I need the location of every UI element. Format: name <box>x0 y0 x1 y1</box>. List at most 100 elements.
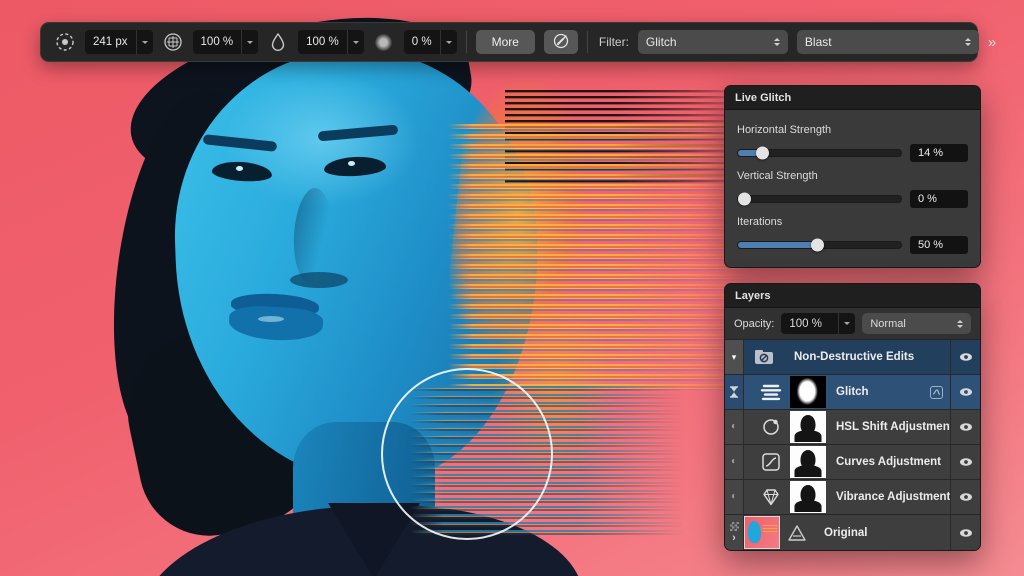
glitch-mask-thumbnail[interactable] <box>790 376 826 408</box>
slider-knob[interactable] <box>811 239 824 252</box>
iterations-label: Iterations <box>737 216 968 228</box>
portrait-lips-highlight <box>258 316 284 322</box>
hardness-icon <box>162 31 184 53</box>
hardness-field[interactable]: 100 % <box>193 30 259 54</box>
portrait-eye-glint <box>236 166 243 171</box>
eye-icon <box>959 422 973 432</box>
vertical-strength-slider[interactable] <box>737 195 902 203</box>
filter-type-select[interactable]: Blast <box>797 30 979 54</box>
horizontal-strength-value[interactable]: 14 % <box>910 144 968 162</box>
collapse-chevron-icon[interactable]: › <box>732 533 736 544</box>
vibrance-mask-thumbnail[interactable] <box>790 481 826 513</box>
blend-mode-select[interactable]: Normal <box>862 313 971 334</box>
layers-panel: Layers Opacity: 100 % Normal ▾ Non-Destr… <box>724 283 981 551</box>
clip-indicator-icon: ◐ <box>731 492 737 502</box>
select-updown-icon <box>965 35 971 49</box>
layer-row-vibrance[interactable]: ◐ Vibrance Adjustment <box>725 480 980 515</box>
eye-icon <box>959 528 973 538</box>
horizontal-strength-label: Horizontal Strength <box>737 124 968 136</box>
iterations-value[interactable]: 50 % <box>910 236 968 254</box>
eye-icon <box>959 457 973 467</box>
app-window: 241 px 100 % 100 % 0 % More F <box>0 0 1024 576</box>
select-updown-icon <box>957 317 963 331</box>
visibility-toggle[interactable] <box>950 480 980 514</box>
softness-field[interactable]: 0 % <box>404 30 457 54</box>
chevron-down-icon[interactable] <box>347 30 364 54</box>
visibility-toggle[interactable] <box>950 445 980 479</box>
eye-icon <box>959 352 973 362</box>
layer-row-hsl-shift[interactable]: ◐ HSL Shift Adjustment <box>725 410 980 445</box>
layer-label[interactable]: Vibrance Adjustment <box>826 480 950 514</box>
filter-category-select[interactable]: Glitch <box>638 30 788 54</box>
chevron-down-icon[interactable] <box>838 313 855 334</box>
visibility-toggle[interactable] <box>950 410 980 444</box>
portrait-nose <box>290 272 348 288</box>
portrait-eye-glint <box>348 161 355 166</box>
toolbar-separator <box>587 31 588 53</box>
glitch-lines-icon <box>744 375 790 409</box>
slider-knob[interactable] <box>756 147 769 160</box>
clip-indicator-icon: ◐ <box>731 422 737 432</box>
brush-cursor-circle <box>381 368 553 540</box>
image-triangle-icon <box>780 515 814 550</box>
eye-icon <box>959 492 973 502</box>
chevron-down-icon[interactable] <box>136 30 153 54</box>
glitch-streaks-orange <box>448 124 750 390</box>
flow-field[interactable]: 100 % <box>298 30 364 54</box>
slider-knob[interactable] <box>738 193 751 206</box>
more-button[interactable]: More <box>476 30 535 54</box>
hardness-value[interactable]: 100 % <box>193 36 242 48</box>
hsl-wheel-icon <box>744 410 790 444</box>
flow-droplet-icon <box>267 31 289 53</box>
layer-label[interactable]: HSL Shift Adjustment <box>826 410 950 444</box>
layers-controls: Opacity: 100 % Normal <box>725 308 980 340</box>
checkerboard-icon <box>730 522 739 531</box>
layers-panel-title[interactable]: Layers <box>725 284 980 308</box>
chevron-down-icon[interactable] <box>440 30 457 54</box>
wet-edges-icon <box>551 31 571 54</box>
chevron-down-icon[interactable] <box>241 30 258 54</box>
layer-label[interactable]: Curves Adjustment <box>826 445 950 479</box>
brush-width-value[interactable]: 241 px <box>85 36 136 48</box>
layer-row-original[interactable]: › Original <box>725 515 980 550</box>
clip-indicator-icon: ◐ <box>731 457 737 467</box>
brush-context-toolbar: 241 px 100 % 100 % 0 % More F <box>40 22 978 62</box>
layer-label[interactable]: Glitch <box>836 386 869 398</box>
live-glitch-panel: Live Glitch Horizontal Strength 14 % Ver… <box>724 85 981 268</box>
hsl-mask-thumbnail[interactable] <box>790 411 826 443</box>
layer-row-glitch[interactable]: Glitch <box>725 375 980 410</box>
vertical-strength-label: Vertical Strength <box>737 170 968 182</box>
wet-edges-button[interactable] <box>544 30 578 54</box>
softness-value[interactable]: 0 % <box>404 36 440 48</box>
filter-label: Filter: <box>599 35 629 49</box>
select-updown-icon <box>774 35 780 49</box>
layer-row-curves[interactable]: ◐ Curves Adjustment <box>725 445 980 480</box>
live-glitch-panel-title[interactable]: Live Glitch <box>725 86 980 110</box>
layer-opacity-value[interactable]: 100 % <box>781 318 838 330</box>
live-filter-badge-icon <box>930 386 943 399</box>
toolbar-overflow-button[interactable]: » <box>988 34 995 51</box>
group-folder-icon <box>744 340 784 374</box>
layer-label[interactable]: Non-Destructive Edits <box>784 340 950 374</box>
brush-width-field[interactable]: 241 px <box>85 30 153 54</box>
horizontal-strength-slider[interactable] <box>737 149 902 157</box>
softness-icon <box>373 31 395 53</box>
live-filter-hourglass-icon <box>725 375 744 409</box>
vibrance-gem-icon <box>744 480 790 514</box>
visibility-toggle[interactable] <box>950 515 980 550</box>
eye-icon <box>959 387 973 397</box>
layer-row-non-destructive-edits[interactable]: ▾ Non-Destructive Edits <box>725 340 980 375</box>
visibility-toggle[interactable] <box>950 375 980 409</box>
expand-chevron-icon[interactable]: ▾ <box>725 340 744 374</box>
layer-label[interactable]: Original <box>814 515 950 550</box>
brush-size-icon <box>54 31 76 53</box>
iterations-slider[interactable] <box>737 241 902 249</box>
opacity-label: Opacity: <box>734 318 774 330</box>
visibility-toggle[interactable] <box>950 340 980 374</box>
original-image-thumbnail[interactable] <box>744 516 780 549</box>
layer-opacity-field[interactable]: 100 % <box>781 313 855 334</box>
vertical-strength-value[interactable]: 0 % <box>910 190 968 208</box>
curves-mask-thumbnail[interactable] <box>790 446 826 478</box>
flow-value[interactable]: 100 % <box>298 36 347 48</box>
toolbar-separator <box>466 31 467 53</box>
